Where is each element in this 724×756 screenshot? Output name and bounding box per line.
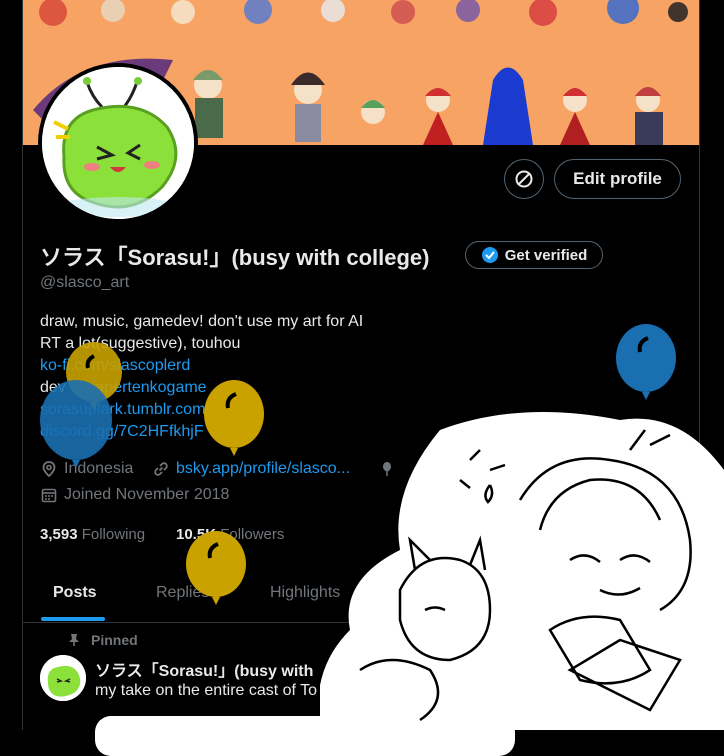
pin-icon [69, 634, 79, 646]
sync-button[interactable] [504, 159, 544, 199]
post-text: my take on the entire cast of To [95, 682, 318, 699]
avatar-image [42, 67, 194, 219]
joined-text: Joined November 2018 [64, 486, 230, 503]
following-label: Following [81, 526, 146, 543]
following-link[interactable]: 3,593 Following [40, 526, 145, 543]
link-icon [154, 462, 168, 476]
tab-posts[interactable]: Posts [53, 584, 97, 602]
pinned-label: Pinned [91, 632, 138, 648]
joined-row: Joined November 2018 [40, 486, 229, 504]
profile-avatar[interactable] [38, 63, 198, 223]
balloon-blue-1 [40, 380, 112, 468]
post-avatar[interactable] [40, 655, 86, 701]
post-author[interactable]: ソラス「Sorasu!」(busy with [95, 657, 313, 681]
balloon-gold-3 [186, 531, 246, 605]
get-verified-button[interactable]: Get verified [465, 241, 603, 269]
profile-handle: @slasco_art [40, 274, 130, 291]
pinned-indicator: Pinned [67, 632, 138, 648]
bio-line-1: draw, music, gamedev! don't use my art f… [40, 313, 364, 330]
balloon-blue-2 [616, 324, 676, 400]
balloon-gold-2 [204, 380, 264, 456]
active-tab-indicator [41, 617, 105, 621]
display-name: ソラス「Sorasu!」(busy with college) [40, 245, 430, 270]
calendar-icon [41, 488, 57, 503]
sketch-overlay [320, 412, 724, 730]
edit-profile-button[interactable]: Edit profile [554, 159, 681, 199]
sync-icon [515, 170, 533, 188]
following-count: 3,593 [40, 526, 78, 543]
verified-badge-icon [481, 247, 498, 263]
get-verified-label: Get verified [504, 246, 588, 264]
